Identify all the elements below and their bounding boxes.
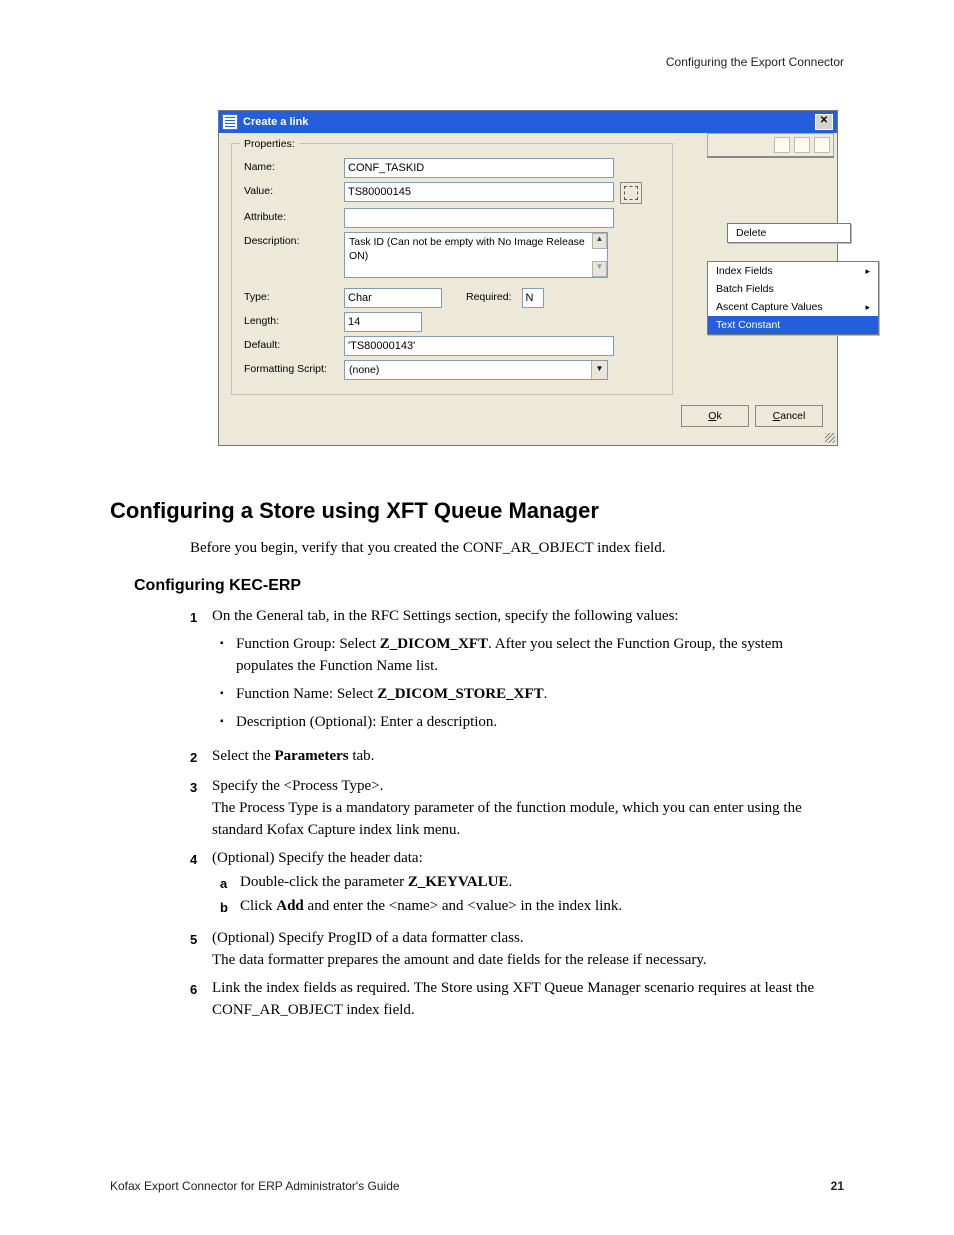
background-panel	[707, 156, 834, 158]
ok-button[interactable]: Ok	[681, 405, 749, 427]
scroll-down-icon[interactable]: ▼	[592, 261, 607, 277]
dialog-button-row: Ok Cancel	[219, 395, 837, 431]
page-header: Configuring the Export Connector	[666, 55, 844, 69]
step-6: 6 Link the index fields as required. The…	[190, 977, 844, 1021]
menu-item-batch-fields[interactable]: Batch Fields	[708, 280, 878, 298]
step-text: On the General tab, in the RFC Settings …	[212, 608, 679, 624]
value-label: Value:	[244, 182, 344, 197]
intro-paragraph: Before you begin, verify that you create…	[190, 538, 844, 559]
formatting-value: (none)	[345, 364, 591, 376]
menu-item-index-fields[interactable]: Index Fields	[708, 262, 878, 280]
value-picker-button[interactable]	[620, 182, 642, 204]
step-number: 6	[190, 977, 212, 1021]
length-label: Length:	[244, 312, 344, 327]
bullet-list: Function Group: Select Z_DICOM_XFT. Afte…	[220, 633, 844, 733]
default-label: Default:	[244, 336, 344, 351]
name-input[interactable]	[344, 158, 614, 178]
dialog-title: Create a link	[243, 116, 308, 128]
required-input[interactable]	[522, 288, 544, 308]
scroll-up-icon[interactable]: ▲	[592, 233, 607, 249]
close-icon[interactable]: ✕	[815, 114, 833, 130]
groupbox-legend: Properties:	[240, 138, 299, 150]
required-label: Required:	[466, 288, 512, 303]
step-letter: a	[220, 871, 240, 895]
step-4: 4 (Optional) Specify the header data: a …	[190, 847, 844, 921]
tool-icon[interactable]	[774, 137, 790, 153]
background-toolbar	[707, 133, 834, 156]
dialog-body: Properties: Name: Value: Attribute: Desc…	[219, 133, 837, 445]
sub-list: a Double-click the parameter Z_KEYVALUE.…	[220, 871, 844, 919]
description-box[interactable]: Task ID (Can not be empty with No Image …	[344, 232, 608, 278]
step-5: 5 (Optional) Specify ProgID of a data fo…	[190, 927, 844, 971]
list-item: Description (Optional): Enter a descript…	[220, 711, 844, 733]
type-input[interactable]	[344, 288, 442, 308]
context-menu-1: Delete	[727, 223, 851, 243]
list-item: b Click Add and enter the <name> and <va…	[220, 895, 844, 919]
app-icon	[223, 115, 237, 129]
tool-icon[interactable]	[794, 137, 810, 153]
menu-item-text-constant[interactable]: Text Constant	[708, 316, 878, 334]
step-number: 1	[190, 605, 212, 739]
create-link-dialog: Create a link ✕ Properties: Name: Value:…	[218, 110, 838, 446]
step-2: 2 Select the Parameters tab.	[190, 745, 844, 769]
list-item: Function Name: Select Z_DICOM_STORE_XFT.	[220, 683, 844, 705]
dialog-titlebar: Create a link ✕	[219, 111, 837, 133]
description-scroll[interactable]: ▲ ▼	[592, 233, 607, 277]
attribute-input[interactable]	[344, 208, 614, 228]
page-footer: Kofax Export Connector for ERP Administr…	[110, 1179, 844, 1193]
chevron-down-icon[interactable]: ▼	[591, 361, 607, 379]
step-3: 3 Specify the <Process Type>. The Proces…	[190, 775, 844, 841]
menu-item-delete[interactable]: Delete	[728, 224, 850, 242]
footer-title: Kofax Export Connector for ERP Administr…	[110, 1179, 400, 1193]
document-page: Configuring the Export Connector Create …	[0, 0, 954, 1235]
step-list: 1 On the General tab, in the RFC Setting…	[190, 605, 844, 1021]
context-menus: Delete Index Fields Batch Fields Ascent …	[707, 223, 879, 335]
page-number: 21	[831, 1179, 844, 1193]
description-label: Description:	[244, 232, 344, 247]
attribute-label: Attribute:	[244, 208, 344, 223]
list-item: Function Group: Select Z_DICOM_XFT. Afte…	[220, 633, 844, 677]
context-menu-2: Index Fields Batch Fields Ascent Capture…	[707, 261, 879, 335]
step-number: 3	[190, 775, 212, 841]
formatting-label: Formatting Script:	[244, 360, 344, 375]
menu-item-ascent-values[interactable]: Ascent Capture Values	[708, 298, 878, 316]
formatting-select[interactable]: (none) ▼	[344, 360, 608, 380]
type-label: Type:	[244, 288, 344, 303]
properties-groupbox: Properties: Name: Value: Attribute: Desc…	[231, 143, 673, 395]
value-input[interactable]	[344, 182, 614, 202]
tool-icon[interactable]	[814, 137, 830, 153]
list-item: a Double-click the parameter Z_KEYVALUE.	[220, 871, 844, 895]
heading-2: Configuring a Store using XFT Queue Mana…	[110, 498, 844, 524]
background-window	[707, 133, 834, 158]
step-1: 1 On the General tab, in the RFC Setting…	[190, 605, 844, 739]
cancel-button[interactable]: Cancel	[755, 405, 823, 427]
step-number: 4	[190, 847, 212, 921]
description-text: Task ID (Can not be empty with No Image …	[345, 233, 592, 277]
heading-3: Configuring KEC-ERP	[134, 577, 844, 595]
resize-grip-icon[interactable]	[825, 433, 835, 443]
step-letter: b	[220, 895, 240, 919]
step-number: 2	[190, 745, 212, 769]
step-number: 5	[190, 927, 212, 971]
length-input[interactable]	[344, 312, 422, 332]
name-label: Name:	[244, 158, 344, 173]
default-input[interactable]	[344, 336, 614, 356]
